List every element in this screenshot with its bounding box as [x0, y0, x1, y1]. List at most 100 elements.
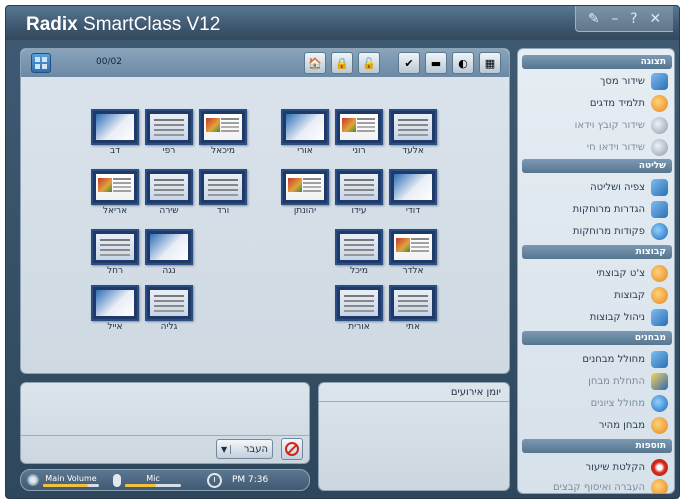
- student-icon: [651, 94, 668, 112]
- student-name: אורי: [297, 146, 313, 156]
- student-computer[interactable]: עידו: [335, 169, 383, 216]
- sidebar-item-remote-commands[interactable]: פקודות מרוחקות: [522, 221, 672, 241]
- student-computer[interactable]: דודי: [389, 169, 437, 216]
- class-view-panel: 00/02 🏠 🔒 🔓 ✔ ▬ ◐ ▦ אלעד רוני אורי מיכאל…: [20, 48, 510, 374]
- sidebar-item-grade-generator[interactable]: מחולל ציונים: [522, 393, 672, 413]
- remote-commands-icon: [651, 222, 668, 240]
- sidebar-item-label: הגדרות מרוחקות: [572, 203, 645, 215]
- student-computer[interactable]: ורד: [199, 169, 247, 216]
- mic-slider[interactable]: Mic: [125, 474, 181, 487]
- lock-house-icon[interactable]: 🏠: [304, 52, 326, 74]
- sidebar-item-screen-broadcast[interactable]: שידור מסך: [522, 71, 672, 91]
- sidebar-item-lesson-recording[interactable]: הקלטת שיעור: [522, 457, 672, 477]
- section-header-display: תצוגה: [522, 55, 672, 69]
- lock-screen-icon[interactable]: 🔒: [331, 52, 353, 74]
- student-screen-thumbnail: [145, 285, 193, 321]
- section-header-control: שליטה: [522, 159, 672, 173]
- student-screen-thumbnail: [335, 229, 383, 265]
- student-computer[interactable]: אריאל: [91, 169, 139, 216]
- student-screen-thumbnail: [389, 285, 437, 321]
- student-name: אייל: [107, 322, 123, 332]
- sidebar-item-label: שידור מסך: [600, 75, 645, 87]
- speaker-icon[interactable]: [27, 474, 39, 486]
- help-button[interactable]: ?: [630, 11, 637, 27]
- microphone-icon[interactable]: [113, 473, 121, 487]
- student-screen-thumbnail: [91, 109, 139, 145]
- student-computer[interactable]: אלדר: [389, 229, 437, 276]
- app-title: Radix SmartClass V12: [26, 14, 220, 36]
- unlock-icon[interactable]: 🔓: [358, 52, 380, 74]
- student-name: מיכאל: [210, 146, 236, 156]
- student-computer[interactable]: מיכאל: [199, 109, 247, 156]
- sidebar-item-file-transfer[interactable]: העברה ואיסוף קבצים: [522, 477, 672, 493]
- sidebar-item-view-control[interactable]: צפיה ושליטה: [522, 177, 672, 197]
- student-computer[interactable]: רוני: [335, 109, 383, 156]
- student-computer[interactable]: אורית: [335, 285, 383, 332]
- sidebar-item-test-generator[interactable]: מחולל מבחנים: [522, 349, 672, 369]
- main-volume-track[interactable]: [43, 483, 99, 487]
- sidebar-item-live-video[interactable]: שידור וידאו חי: [522, 137, 672, 157]
- sidebar-item-start-test[interactable]: התחלת מבחן: [522, 371, 672, 391]
- attendance-icon[interactable]: ✔: [398, 52, 420, 74]
- student-name: אורית: [348, 322, 370, 332]
- app-window: Radix SmartClass V12 ✎ – ? ✕ 00/02 🏠 🔒 🔓…: [5, 5, 680, 499]
- hide-icon[interactable]: ◐: [452, 52, 474, 74]
- student-computer[interactable]: אלעד: [389, 109, 437, 156]
- send-button[interactable]: ▼ העבר: [216, 439, 273, 459]
- message-panel[interactable]: ▼ העבר: [20, 382, 310, 464]
- chevron-down-icon[interactable]: ▼: [221, 444, 232, 454]
- student-computer[interactable]: מיכל: [335, 229, 383, 276]
- student-name: רפי: [162, 146, 176, 156]
- grid-view-icon[interactable]: [31, 53, 51, 73]
- black-screen-icon[interactable]: ▬: [425, 52, 447, 74]
- student-name: אלדר: [402, 266, 424, 276]
- student-computer[interactable]: גליה: [145, 285, 193, 332]
- group-management-icon: [651, 308, 668, 326]
- title-bar: Radix SmartClass V12 ✎ – ? ✕: [6, 6, 679, 40]
- section-header-tests: מבחנים: [522, 331, 672, 345]
- sidebar-item-remote-settings[interactable]: הגדרות מרוחקות: [522, 199, 672, 219]
- mic-track[interactable]: [125, 483, 181, 487]
- student-computer[interactable]: אייל: [91, 285, 139, 332]
- sidebar-item-group-chat[interactable]: צ'ט קבוצתי: [522, 263, 672, 283]
- close-button[interactable]: ✕: [649, 11, 661, 27]
- volume-bar: Main Volume Mic PM 7:36: [20, 469, 310, 491]
- student-screen-thumbnail: [389, 109, 437, 145]
- student-name: יהונתן: [293, 206, 317, 216]
- class-toolbar: 00/02 🏠 🔒 🔓 ✔ ▬ ◐ ▦: [21, 49, 509, 77]
- student-name: גליה: [160, 322, 178, 332]
- student-screen-thumbnail: [335, 285, 383, 321]
- sidebar-item-groups[interactable]: קבוצות: [522, 285, 672, 305]
- sidebar-item-label: מחולל מבחנים: [582, 353, 645, 365]
- student-name: עידו: [351, 206, 367, 216]
- window-icon[interactable]: ▦: [479, 52, 501, 74]
- app-title-bold: Radix: [26, 14, 78, 35]
- remote-settings-icon: [651, 200, 668, 218]
- sidebar-item-demo-student[interactable]: תלמיד מדגים: [522, 93, 672, 113]
- stop-button[interactable]: [281, 438, 303, 460]
- student-screen-thumbnail: [281, 109, 329, 145]
- student-computer[interactable]: דב: [91, 109, 139, 156]
- student-name: רוני: [352, 146, 366, 156]
- student-computer[interactable]: נגה: [145, 229, 193, 276]
- student-computer[interactable]: רחל: [91, 229, 139, 276]
- section-header-groups: קבוצות: [522, 245, 672, 259]
- student-screen-thumbnail: [199, 169, 247, 205]
- student-screen-thumbnail: [91, 229, 139, 265]
- student-computer[interactable]: רפי: [145, 109, 193, 156]
- tools-icon[interactable]: ✎: [588, 11, 600, 27]
- view-control-icon: [651, 178, 668, 196]
- sidebar-item-video-file[interactable]: שידור קובץ וידאו: [522, 115, 672, 135]
- student-computer[interactable]: אתי: [389, 285, 437, 332]
- sidebar-item-quick-test[interactable]: מבחן מהיר: [522, 415, 672, 435]
- student-computer[interactable]: יהונתן: [281, 169, 329, 216]
- student-name: נגה: [162, 266, 176, 276]
- minimize-button[interactable]: –: [611, 11, 618, 27]
- student-computer[interactable]: שירה: [145, 169, 193, 216]
- main-volume-slider[interactable]: Main Volume: [43, 474, 99, 487]
- sidebar-item-group-management[interactable]: ניהול קבוצות: [522, 307, 672, 327]
- event-log-panel: יומן אירועים: [318, 382, 510, 491]
- student-computer[interactable]: אורי: [281, 109, 329, 156]
- send-button-label: העבר: [243, 443, 268, 455]
- section-header-extras: תוספות: [522, 439, 672, 453]
